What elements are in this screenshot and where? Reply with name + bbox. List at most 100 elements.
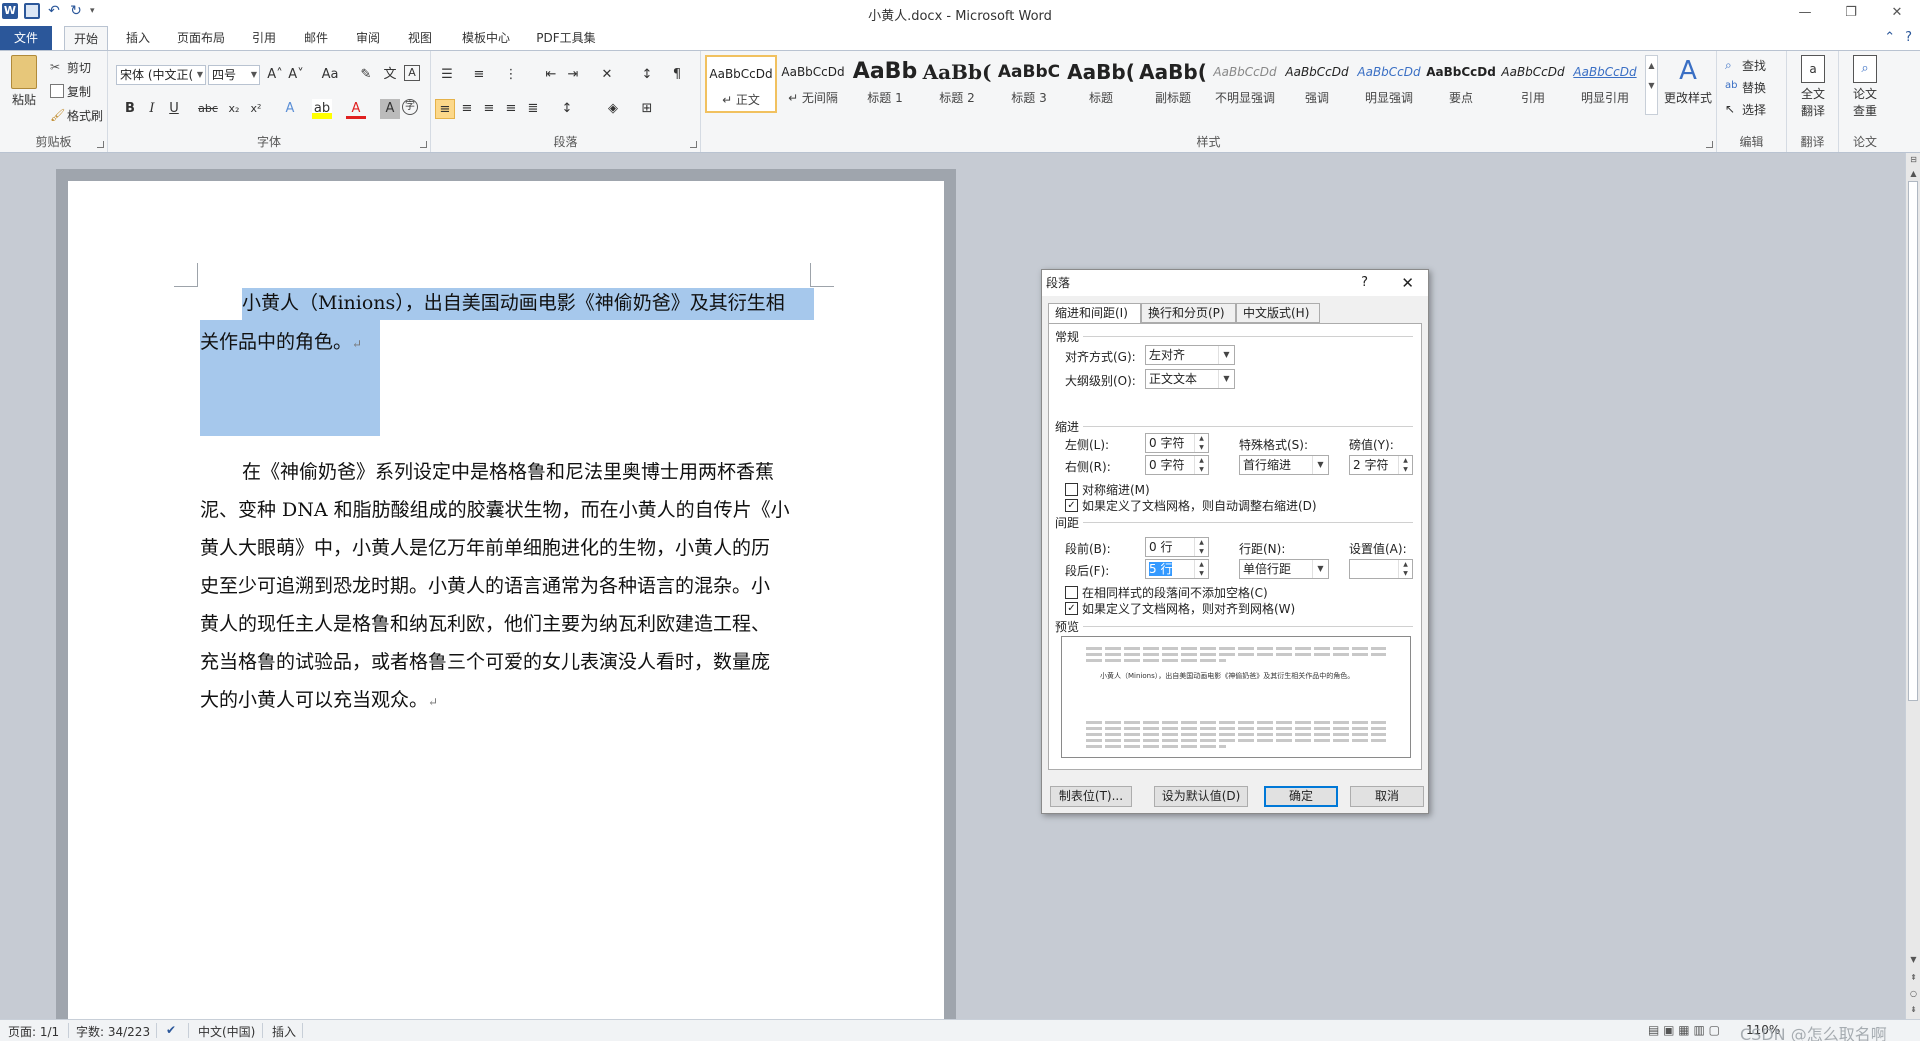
- help-icon[interactable]: ?: [1905, 30, 1912, 45]
- paragraph-2-line[interactable]: 史至少可追溯到恐龙时期。小黄人的语言通常为各种语言的混杂。小: [200, 571, 770, 601]
- prev-page-icon[interactable]: ⇞: [1906, 971, 1920, 985]
- style-heading-3[interactable]: AaBbC 标题 3: [993, 55, 1065, 113]
- styles-launcher-icon[interactable]: [1706, 141, 1713, 148]
- view-buttons[interactable]: ▤ ▣ ▦ ▥ ▢: [1648, 1023, 1720, 1037]
- spinner-arrows-icon[interactable]: ▲ ▼: [1194, 538, 1208, 556]
- find-button[interactable]: ⌕ 查找: [1725, 55, 1766, 75]
- indent-by-spinner[interactable]: 2 字符 ▲ ▼: [1349, 455, 1413, 475]
- tab-references[interactable]: 引用: [244, 26, 284, 50]
- insert-mode[interactable]: 插入: [272, 1023, 296, 1040]
- scroll-down-icon[interactable]: ▼: [1906, 953, 1920, 967]
- undo-icon[interactable]: ↶: [46, 3, 62, 19]
- line-spacing-select[interactable]: 单倍行距 ▼: [1239, 559, 1329, 579]
- spinner-arrows-icon[interactable]: ▲ ▼: [1194, 434, 1208, 452]
- font-color-icon[interactable]: A: [346, 99, 366, 119]
- line-spacing-at-spinner[interactable]: ▲ ▼: [1349, 559, 1413, 579]
- alignment-select[interactable]: 左对齐 ▼: [1145, 345, 1235, 365]
- spinner-arrows-icon[interactable]: ▲ ▼: [1398, 560, 1412, 578]
- paste-button[interactable]: 粘贴: [6, 55, 42, 108]
- decrease-indent-icon[interactable]: ⇤: [541, 65, 561, 85]
- char-border-icon[interactable]: A: [404, 65, 420, 81]
- char-shading-icon[interactable]: A: [380, 99, 400, 119]
- paragraph-2-line[interactable]: 泥、变种 DNA 和脂肪酸组成的胶囊状生物，而在小黄人的自传片《小: [200, 495, 790, 525]
- tab-review[interactable]: 审阅: [348, 26, 388, 50]
- paragraph-2-line[interactable]: 在《神偷奶爸》系列设定中是格格鲁和尼法里奥博士用两杯香蕉: [242, 457, 774, 487]
- document-page[interactable]: 小黄人（Minions），出自美国动画电影《神偷奶爸》及其衍生相 关作品中的角色…: [68, 181, 944, 1021]
- sort-icon[interactable]: ↕: [637, 65, 657, 85]
- vertical-scrollbar[interactable]: ⊟ ▲ ▼ ⇞ ○ ⇟: [1905, 153, 1920, 1019]
- paragraph-launcher-icon[interactable]: [690, 141, 697, 148]
- strikethrough-icon[interactable]: abc: [198, 99, 218, 119]
- tab-page-layout[interactable]: 页面布局: [168, 26, 234, 50]
- paragraph-2-line[interactable]: 黄人大眼萌》中，小黄人是亿万年前单细胞进化的生物，小黄人的历: [200, 533, 770, 563]
- bold-icon[interactable]: B: [120, 99, 140, 119]
- justify-icon[interactable]: ≡: [501, 99, 521, 119]
- spinner-arrows-icon[interactable]: ▲ ▼: [1194, 456, 1208, 474]
- bullets-icon[interactable]: ☰: [437, 65, 457, 85]
- shading-icon[interactable]: ◈: [603, 99, 623, 119]
- clear-format-icon[interactable]: ✎: [356, 65, 376, 85]
- close-icon[interactable]: ✕: [1401, 270, 1414, 296]
- grow-font-icon[interactable]: A˄: [265, 65, 285, 85]
- full-translate-button[interactable]: a 全文 翻译: [1795, 55, 1831, 119]
- paragraph-1-line-2[interactable]: 关作品中的角色。↵: [200, 327, 362, 357]
- right-indent-spinner[interactable]: 0 字符 ▲ ▼: [1145, 455, 1209, 475]
- tabs-button[interactable]: 制表位(T)...: [1050, 786, 1132, 807]
- clipboard-launcher-icon[interactable]: [97, 141, 104, 148]
- next-page-icon[interactable]: ⇟: [1906, 1003, 1920, 1017]
- text-effects-icon[interactable]: A: [280, 99, 300, 119]
- minimize-ribbon-icon[interactable]: ⌃: [1884, 30, 1895, 45]
- scrollbar-thumb[interactable]: [1908, 181, 1918, 701]
- increase-indent-icon[interactable]: ⇥: [563, 65, 583, 85]
- help-icon[interactable]: ?: [1361, 270, 1368, 296]
- pinyin-icon[interactable]: 文: [380, 65, 400, 85]
- language-indicator[interactable]: 中文(中国): [198, 1023, 255, 1040]
- line-spacing-icon[interactable]: ↕: [557, 99, 577, 119]
- customize-qat-icon[interactable]: ▾: [90, 6, 95, 16]
- style-heading-2[interactable]: AaBb(标题 2: [921, 55, 993, 113]
- subscript-icon[interactable]: x₂: [224, 99, 244, 119]
- tab-template-center[interactable]: 模板中心: [454, 26, 518, 50]
- auto-adjust-indent-checkbox[interactable]: ✓ 如果定义了文档网格，则自动调整右缩进(D): [1065, 497, 1317, 514]
- page-count[interactable]: 页面: 1/1: [8, 1023, 59, 1040]
- style-normal[interactable]: AaBbCcDd ↵ 正文: [705, 55, 777, 113]
- left-indent-spinner[interactable]: 0 字符 ▲ ▼: [1145, 433, 1209, 453]
- proofing-icon[interactable]: ✔: [166, 1023, 176, 1037]
- spinner-arrows-icon[interactable]: ▲ ▼: [1398, 456, 1412, 474]
- tab-line-page-breaks[interactable]: 换行和分页(P): [1141, 303, 1236, 323]
- highlight-icon[interactable]: ab: [312, 99, 332, 119]
- tab-insert[interactable]: 插入: [118, 26, 158, 50]
- set-default-button[interactable]: 设为默认值(D): [1154, 786, 1248, 807]
- restore-icon[interactable]: ❐: [1828, 0, 1874, 26]
- tab-home[interactable]: 开始: [64, 26, 108, 51]
- change-case-icon[interactable]: Aa: [320, 65, 340, 85]
- save-icon[interactable]: [24, 3, 40, 19]
- word-count[interactable]: 字数: 34/223: [76, 1023, 150, 1040]
- align-left-icon[interactable]: ≡: [435, 99, 455, 119]
- font-launcher-icon[interactable]: [420, 141, 427, 148]
- select-button[interactable]: ↖ 选择: [1725, 99, 1766, 119]
- thesis-check-button[interactable]: ⌕ 论文 查重: [1847, 55, 1883, 119]
- special-indent-select[interactable]: 首行缩进 ▼: [1239, 455, 1329, 475]
- replace-button[interactable]: ab 替换: [1725, 77, 1766, 97]
- tab-pdf-tools[interactable]: PDF工具集: [530, 26, 602, 50]
- shrink-font-icon[interactable]: A˅: [286, 65, 306, 85]
- paragraph-2-line[interactable]: 黄人的现任主人是格鲁和纳瓦利欧，他们主要为纳瓦利欧建造工程、: [200, 609, 770, 639]
- change-styles-button[interactable]: A 更改样式: [1660, 55, 1716, 106]
- styles-gallery-scroll[interactable]: ▲ ▼: [1645, 55, 1658, 115]
- dialog-title-bar[interactable]: 段落 ? ✕: [1042, 270, 1428, 296]
- align-right-icon[interactable]: ≡: [479, 99, 499, 119]
- cancel-button[interactable]: 取消: [1350, 786, 1424, 807]
- style-intense-quote[interactable]: AaBbCcDd 明显引用: [1569, 55, 1641, 113]
- numbering-icon[interactable]: ≡: [469, 65, 489, 85]
- redo-icon[interactable]: ↻: [68, 3, 84, 19]
- style-subtitle[interactable]: AaBb(副标题: [1137, 55, 1209, 113]
- align-center-icon[interactable]: ≡: [457, 99, 477, 119]
- style-intense-emphasis[interactable]: AaBbCcDd 明显强调: [1353, 55, 1425, 113]
- tab-view[interactable]: 视图: [400, 26, 440, 50]
- tab-mailings[interactable]: 邮件: [296, 26, 336, 50]
- close-icon[interactable]: ✕: [1874, 0, 1920, 26]
- tab-indents-spacing[interactable]: 缩进和间距(I): [1048, 303, 1141, 324]
- style-no-spacing[interactable]: AaBbCcDd ↵ 无间隔: [777, 55, 849, 113]
- distribute-icon[interactable]: ≣: [523, 99, 543, 119]
